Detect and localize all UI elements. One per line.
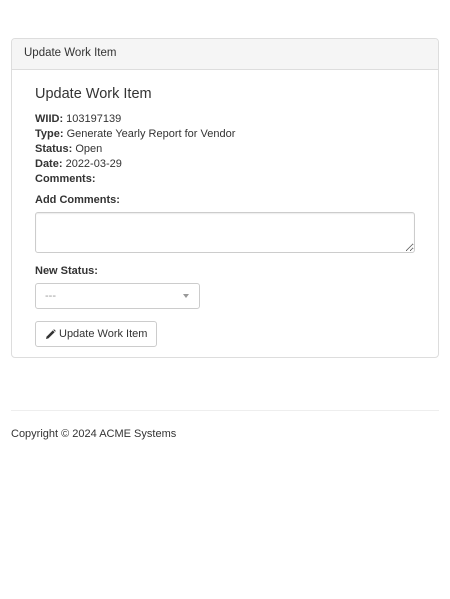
add-comments-textarea[interactable] [35,212,415,253]
date-line: Date: 2022-03-29 [35,157,415,172]
new-status-select[interactable]: --- [35,283,200,309]
status-line: Status: Open [35,142,415,157]
update-work-item-button[interactable]: Update Work Item [35,321,158,347]
new-status-label: New Status: [35,265,98,277]
status-value: Open [75,143,103,155]
pencil-icon [45,328,56,340]
form-title: Update Work Item [35,86,152,102]
footer-divider [11,410,439,411]
update-work-item-button-label: Update Work Item [59,328,148,340]
new-status-selected-value: --- [45,290,56,302]
update-work-item-panel: Update Work Item Update Work Item WIID: … [11,38,439,358]
comments-line: Comments: [35,172,415,187]
add-comments-label: Add Comments: [35,194,120,206]
chevron-down-icon [183,294,189,298]
date-label: Date: [35,158,63,170]
type-label: Type: [35,128,64,140]
type-value: Generate Yearly Report for Vendor [66,128,236,140]
panel-heading: Update Work Item [12,39,438,70]
wiid-value: 103197139 [66,113,122,125]
panel-body: Update Work Item WIID: 103197139 Type: G… [12,70,438,347]
date-value: 2022-03-29 [65,158,122,170]
status-label: Status: [35,143,73,155]
comments-label: Comments: [35,173,96,185]
type-line: Type: Generate Yearly Report for Vendor [35,127,415,142]
footer-copyright: Copyright © 2024 ACME Systems [11,428,177,440]
wiid-line: WIID: 103197139 [35,112,415,127]
wiid-label: WIID: [35,113,64,125]
